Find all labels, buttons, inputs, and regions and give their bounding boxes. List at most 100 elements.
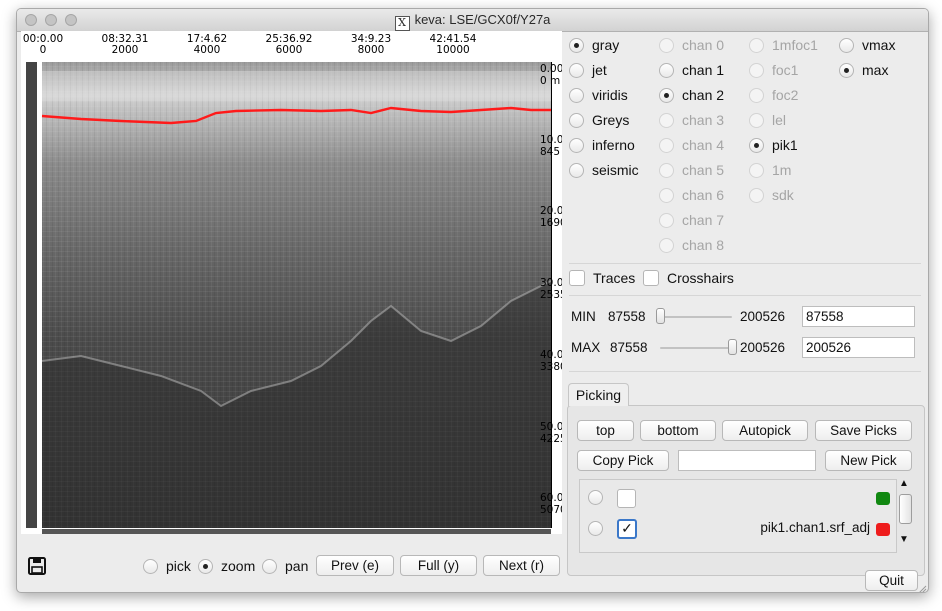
pick-name: pik1.chan1.srf_adj	[760, 520, 870, 535]
chevron-down-icon[interactable]: ▼	[899, 535, 909, 545]
save-picks-button[interactable]: Save Picks	[815, 420, 912, 441]
mode-vmax[interactable]: vmax	[839, 34, 895, 56]
product-label: 1mfoc1	[772, 37, 818, 53]
right-depth-tick: 5070	[540, 504, 562, 516]
pick-color-swatch[interactable]	[876, 492, 890, 505]
title-bar[interactable]: Xkeva: LSE/GCX0f/Y27a	[17, 9, 928, 32]
divider	[569, 371, 921, 372]
radio-icon	[749, 113, 764, 128]
max-value-field[interactable]: 200526	[802, 337, 915, 358]
pick-select-radio[interactable]	[588, 490, 603, 505]
product-1mfoc1[interactable]: 1mfoc1	[749, 34, 818, 56]
pick-visible-checkbox[interactable]: ✓	[617, 519, 637, 539]
right-time-tick: 20.00	[540, 205, 562, 217]
channel-7[interactable]: chan 7	[659, 209, 724, 231]
new-pick-button[interactable]: New Pick	[825, 450, 912, 471]
tab-picking[interactable]: Picking	[568, 383, 629, 406]
channel-4[interactable]: chan 4	[659, 134, 724, 156]
full-button[interactable]: Full (y)	[400, 555, 477, 576]
product-label: lel	[772, 112, 787, 128]
colormap-label: gray	[592, 37, 620, 53]
crosshairs-checkbox[interactable]: Crosshairs	[643, 267, 734, 289]
nav-mode-pan[interactable]: pan	[262, 555, 308, 577]
channel-8[interactable]: chan 8	[659, 234, 724, 256]
top-button[interactable]: top	[577, 420, 634, 441]
pick-row: ✓ pik1.chan1.srf_adj	[580, 515, 896, 541]
save-figure-icon[interactable]	[27, 556, 47, 576]
radio-icon	[659, 238, 674, 253]
slider-thumb[interactable]	[656, 308, 665, 324]
prev-button[interactable]: Prev (e)	[316, 555, 394, 576]
product-foc2[interactable]: foc2	[749, 84, 798, 106]
colormap-greys[interactable]: Greys	[569, 109, 629, 131]
min-slider[interactable]	[656, 306, 732, 327]
radio-icon	[749, 63, 764, 78]
product-lel[interactable]: lel	[749, 109, 786, 131]
product-pik1[interactable]: pik1	[749, 134, 798, 156]
radio-icon	[659, 213, 674, 228]
channel-2[interactable]: chan 2	[659, 84, 724, 106]
radio-icon	[569, 63, 584, 78]
product-1m[interactable]: 1m	[749, 159, 791, 181]
autopick-button[interactable]: Autopick	[722, 420, 808, 441]
mode-label: max	[862, 62, 889, 78]
radio-icon	[749, 188, 764, 203]
colormap-label: inferno	[592, 137, 635, 153]
colormap-inferno[interactable]: inferno	[569, 134, 635, 156]
next-button[interactable]: Next (r)	[483, 555, 560, 576]
radargram-canvas[interactable]: 00:0.00 08:32.31 17:4.62 25:36.92 34:9.2…	[21, 31, 562, 534]
radargram-image	[26, 62, 552, 534]
colormap-label: seismic	[592, 162, 639, 178]
colormap-label: viridis	[592, 87, 628, 103]
nav-mode-pick[interactable]: pick	[143, 555, 191, 577]
radio-icon	[659, 138, 674, 153]
right-depth-tick: 3380	[540, 361, 562, 373]
mode-max[interactable]: max	[839, 59, 888, 81]
colormap-seismic[interactable]: seismic	[569, 159, 639, 181]
right-time-tick: 30.00	[540, 277, 562, 289]
colormap-jet[interactable]: jet	[569, 59, 607, 81]
radio-icon	[569, 113, 584, 128]
scroll-thumb[interactable]	[899, 494, 912, 524]
radio-icon	[659, 88, 674, 103]
radio-icon	[659, 63, 674, 78]
copy-pick-button[interactable]: Copy Pick	[577, 450, 669, 471]
channel-3[interactable]: chan 3	[659, 109, 724, 131]
channel-0[interactable]: chan 0	[659, 34, 724, 56]
traces-label: Traces	[593, 270, 636, 286]
resize-grip-icon[interactable]	[917, 581, 927, 592]
max-slider[interactable]	[660, 337, 737, 358]
radio-icon	[659, 163, 674, 178]
product-sdk[interactable]: sdk	[749, 184, 794, 206]
channel-label: chan 7	[682, 212, 725, 228]
radio-icon	[749, 163, 764, 178]
traces-checkbox[interactable]: Traces	[569, 267, 635, 289]
nav-mode-zoom[interactable]: zoom	[198, 555, 255, 577]
colormap-gray[interactable]: gray	[569, 34, 619, 56]
product-foc1[interactable]: foc1	[749, 59, 798, 81]
radio-icon	[749, 88, 764, 103]
pick-list-scrollbar[interactable]: ▲ ▼	[898, 479, 912, 551]
slider-track	[660, 347, 732, 349]
pick-select-radio[interactable]	[588, 521, 603, 536]
colormap-viridis[interactable]: viridis	[569, 84, 628, 106]
colormap-label: Greys	[592, 112, 630, 128]
right-depth-tick: 845	[540, 146, 561, 158]
right-time-tick: 0.00	[540, 63, 562, 75]
nav-mode-label: pick	[166, 558, 191, 574]
pick-color-swatch[interactable]	[876, 523, 890, 536]
channel-6[interactable]: chan 6	[659, 184, 724, 206]
slider-thumb[interactable]	[728, 339, 737, 355]
channel-1[interactable]: chan 1	[659, 59, 724, 81]
right-depth-tick: 0 m	[540, 75, 561, 87]
quit-button[interactable]: Quit	[865, 570, 918, 591]
min-value-field[interactable]: 87558	[802, 306, 915, 327]
pick-name-input[interactable]	[678, 450, 816, 471]
channel-label: chan 0	[682, 37, 725, 53]
chevron-up-icon[interactable]: ▲	[899, 479, 909, 489]
product-label: foc2	[772, 87, 799, 103]
channel-5[interactable]: chan 5	[659, 159, 724, 181]
bottom-button[interactable]: bottom	[640, 420, 716, 441]
radio-icon	[569, 88, 584, 103]
pick-visible-checkbox[interactable]	[617, 489, 636, 508]
